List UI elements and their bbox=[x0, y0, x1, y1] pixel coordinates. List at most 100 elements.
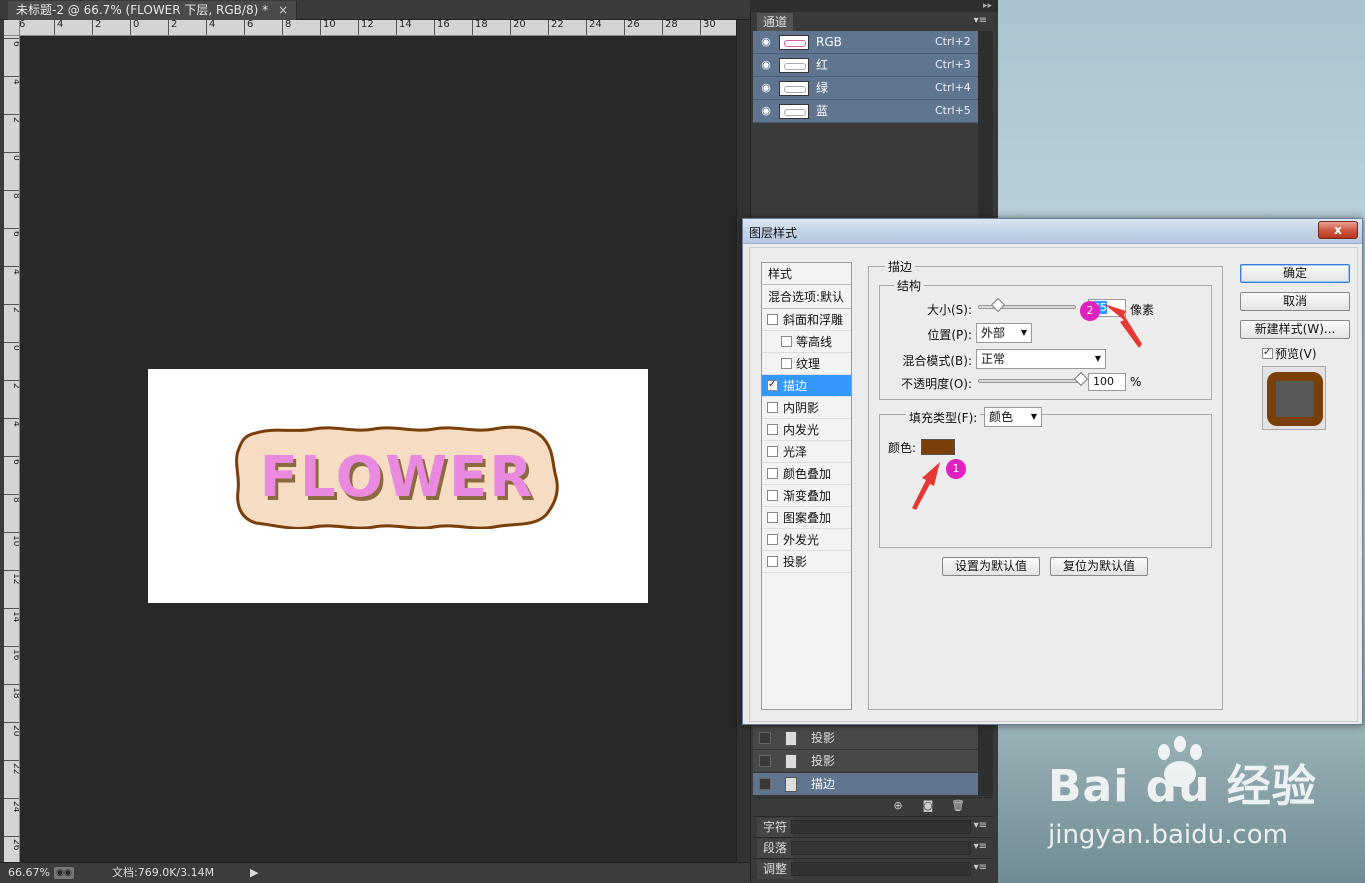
visibility-checkbox[interactable] bbox=[759, 732, 771, 744]
style-checkbox[interactable] bbox=[767, 490, 778, 501]
layer-effect-row[interactable]: 投影 bbox=[753, 750, 978, 773]
styles-header[interactable]: 样式 bbox=[762, 263, 851, 285]
fill-type-select[interactable]: 颜色 ▼ bbox=[984, 407, 1042, 427]
style-item-label: 内发光 bbox=[783, 423, 820, 437]
proof-icon[interactable]: ◉◉ bbox=[54, 867, 74, 879]
style-item[interactable]: 渐变叠加 bbox=[762, 485, 851, 507]
ruler-tick-label: 4 bbox=[4, 266, 19, 275]
channel-row[interactable]: ◉ 红 Ctrl+3 bbox=[753, 54, 978, 77]
panel-menu-icon[interactable]: ▾≡ bbox=[974, 15, 987, 26]
status-menu-arrow-icon[interactable]: ▶ bbox=[250, 863, 258, 883]
canvas-area[interactable]: FLOWER bbox=[20, 36, 736, 862]
opacity-input[interactable]: 100 bbox=[1088, 373, 1126, 391]
layer-effect-row[interactable]: 投影 bbox=[753, 727, 978, 750]
style-checkbox[interactable] bbox=[767, 424, 778, 435]
ok-button[interactable]: 确定 bbox=[1240, 264, 1350, 283]
style-item[interactable]: 斜面和浮雕 bbox=[762, 309, 851, 331]
document-tab[interactable]: 未标题-2 @ 66.7% (FLOWER 下层, RGB/8) * × bbox=[8, 1, 298, 20]
style-checkbox[interactable] bbox=[767, 378, 778, 392]
style-item[interactable]: 纹理 bbox=[762, 353, 851, 375]
ruler-tick-label: 6 bbox=[244, 20, 253, 35]
dialog-titlebar[interactable]: 图层样式 x bbox=[743, 219, 1362, 244]
channel-name: 绿 bbox=[816, 81, 829, 95]
channel-row[interactable]: ◉ 绿 Ctrl+4 bbox=[753, 77, 978, 100]
preview-checkbox[interactable]: 预览(V) bbox=[1262, 345, 1317, 362]
style-checkbox[interactable] bbox=[767, 314, 778, 325]
blend-mode-select[interactable]: 正常 ▼ bbox=[976, 349, 1106, 369]
camera-icon[interactable]: ◙ bbox=[921, 800, 935, 812]
style-item[interactable]: 描边 bbox=[762, 375, 851, 397]
close-button[interactable]: x bbox=[1318, 221, 1358, 239]
collapsed-panel-field[interactable] bbox=[791, 841, 971, 855]
size-slider[interactable] bbox=[978, 297, 1076, 313]
style-item[interactable]: 光泽 bbox=[762, 441, 851, 463]
collapsed-panel: 字符 ▾≡ bbox=[753, 816, 993, 837]
style-checkbox[interactable] bbox=[767, 512, 778, 523]
collapsed-panel-tab[interactable]: 字符 bbox=[757, 818, 794, 837]
opacity-slider-thumb[interactable] bbox=[1073, 371, 1089, 387]
style-item[interactable]: 外发光 bbox=[762, 529, 851, 551]
artboard[interactable]: FLOWER bbox=[148, 369, 648, 603]
style-checkbox[interactable] bbox=[781, 358, 792, 369]
visibility-checkbox[interactable] bbox=[759, 778, 771, 790]
size-slider-thumb[interactable] bbox=[990, 297, 1006, 313]
style-item[interactable]: 内阴影 bbox=[762, 397, 851, 419]
cancel-button[interactable]: 取消 bbox=[1240, 292, 1350, 311]
set-default-button[interactable]: 设置为默认值 bbox=[942, 557, 1040, 576]
preview-check-icon[interactable] bbox=[1262, 346, 1273, 360]
tab-channels[interactable]: 通道 bbox=[757, 13, 794, 32]
style-checkbox[interactable] bbox=[767, 402, 778, 413]
panel-menu-icon[interactable]: ▾≡ bbox=[974, 820, 987, 831]
stroke-color-swatch[interactable] bbox=[921, 439, 955, 455]
new-adjustment-icon[interactable]: ⊕ bbox=[891, 800, 905, 812]
close-icon[interactable]: × bbox=[278, 1, 288, 20]
position-select[interactable]: 外部 ▼ bbox=[976, 323, 1032, 343]
new-style-button[interactable]: 新建样式(W)... bbox=[1240, 320, 1350, 339]
collapsed-panel-field[interactable] bbox=[791, 820, 971, 834]
ruler-tick-label: 2 bbox=[92, 20, 101, 35]
style-checkbox[interactable] bbox=[767, 446, 778, 457]
collapsed-panel-tab[interactable]: 段落 bbox=[757, 839, 794, 858]
style-item[interactable]: 颜色叠加 bbox=[762, 463, 851, 485]
panel-menu-icon[interactable]: ▾≡ bbox=[974, 862, 987, 873]
style-checkbox[interactable] bbox=[767, 534, 778, 545]
zoom-level[interactable]: 66.67% bbox=[8, 863, 50, 883]
collapsed-panel-tab[interactable]: 调整 bbox=[757, 860, 794, 879]
eye-icon[interactable]: ◉ bbox=[759, 59, 773, 71]
style-item[interactable]: 图案叠加 bbox=[762, 507, 851, 529]
style-preview-swatch bbox=[1267, 372, 1323, 426]
layer-effect-row[interactable]: 描边 bbox=[753, 773, 978, 796]
style-item-label: 纹理 bbox=[796, 357, 821, 371]
panel-collapse-icon[interactable]: ▸▸ bbox=[750, 0, 998, 12]
channel-shortcut: Ctrl+5 bbox=[935, 104, 971, 117]
reset-default-button[interactable]: 复位为默认值 bbox=[1050, 557, 1148, 576]
style-checkbox[interactable] bbox=[781, 336, 792, 347]
ruler-tick-label: 18 bbox=[4, 684, 19, 698]
eye-icon[interactable]: ◉ bbox=[759, 105, 773, 117]
ruler-vertical[interactable]: 6 4 2 0 8 6 4 2 0 2 4 6 8 10 12 14 16 18 20 22 24 26 bbox=[4, 36, 20, 862]
style-checkbox[interactable] bbox=[767, 556, 778, 567]
channel-row[interactable]: ◉ 蓝 Ctrl+5 bbox=[753, 100, 978, 123]
ruler-tick-label: 22 bbox=[4, 760, 19, 774]
blend-options-item[interactable]: 混合选项:默认 bbox=[762, 285, 851, 309]
style-checkbox[interactable] bbox=[767, 468, 778, 479]
style-item[interactable]: 投影 bbox=[762, 551, 851, 573]
ruler-tick-label: 12 bbox=[358, 20, 374, 35]
opacity-slider[interactable] bbox=[978, 371, 1089, 387]
ruler-corner[interactable] bbox=[4, 20, 20, 36]
trash-icon[interactable]: 🗑 bbox=[951, 800, 965, 812]
collapsed-panel-field[interactable] bbox=[791, 862, 971, 876]
panel-menu-icon[interactable]: ▾≡ bbox=[974, 841, 987, 852]
document-tab-bar: 未标题-2 @ 66.7% (FLOWER 下层, RGB/8) * × bbox=[0, 0, 750, 20]
opacity-value: 100 bbox=[1093, 375, 1114, 388]
ruler-horizontal[interactable]: 642024681012141618202224262830 bbox=[20, 20, 736, 36]
visibility-checkbox[interactable] bbox=[759, 755, 771, 767]
ruler-tick-label: 20 bbox=[510, 20, 526, 35]
ruler-tick-label: 12 bbox=[4, 570, 19, 584]
style-item[interactable]: 等高线 bbox=[762, 331, 851, 353]
channels-list: ◉ RGB Ctrl+2 ◉ 红 Ctrl+3 ◉ 绿 Ctrl+4 ◉ 蓝 Ctrl+5 bbox=[753, 31, 978, 123]
style-item[interactable]: 内发光 bbox=[762, 419, 851, 441]
channel-row[interactable]: ◉ RGB Ctrl+2 bbox=[753, 31, 978, 54]
eye-icon[interactable]: ◉ bbox=[759, 82, 773, 94]
eye-icon[interactable]: ◉ bbox=[759, 36, 773, 48]
